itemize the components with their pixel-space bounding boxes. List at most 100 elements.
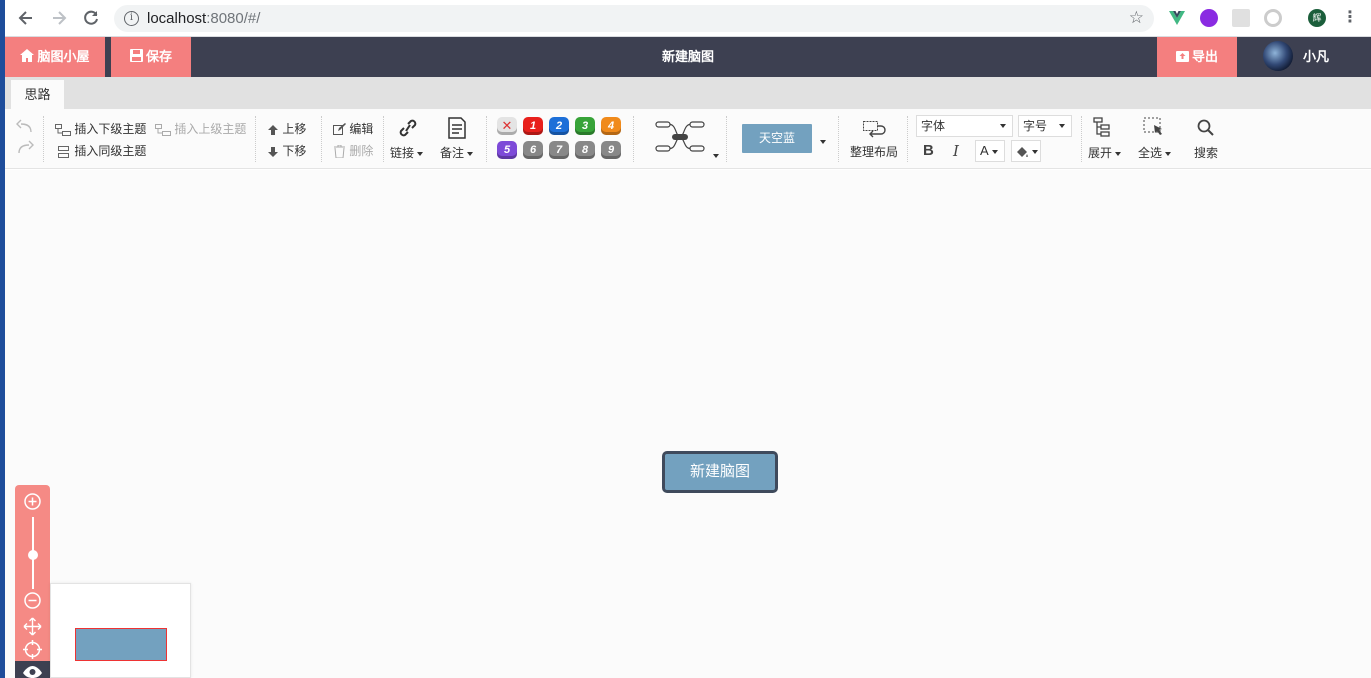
- search-label[interactable]: 搜索: [1194, 144, 1218, 161]
- extension-gray-icon[interactable]: [1232, 9, 1250, 27]
- move-up-label: 上移: [282, 122, 307, 136]
- url-text: localhost:8080/#/: [147, 10, 261, 27]
- insert-parent-icon: [155, 123, 171, 136]
- avatar[interactable]: [1263, 41, 1293, 71]
- layout-template-icon[interactable]: [655, 119, 705, 158]
- priority-6-icon[interactable]: 6: [523, 141, 543, 159]
- priority-4-icon[interactable]: 4: [601, 117, 621, 135]
- browser-menu-icon[interactable]: ⋮: [1340, 8, 1360, 28]
- mindmap-canvas[interactable]: 新建脑图: [5, 170, 1371, 678]
- select-all-dropdown[interactable]: 全选: [1138, 144, 1172, 161]
- user-menu[interactable]: 小凡: [1237, 37, 1371, 77]
- caret-down-icon[interactable]: [820, 140, 826, 144]
- extension-circle-icon[interactable]: [1264, 9, 1282, 27]
- trash-icon: [334, 145, 345, 159]
- editor-toolbar: 插入下级主题 插入上级主题 插入同级主题 上移 下移 编辑 删除 链接 备注 ✕…: [5, 109, 1371, 169]
- bookmark-star-icon[interactable]: ☆: [1129, 8, 1144, 28]
- caret-down-icon: [467, 151, 474, 156]
- note-label: 备注: [440, 146, 465, 160]
- theme-select[interactable]: 天空蓝: [742, 124, 812, 153]
- expand-label: 展开: [1088, 146, 1113, 160]
- italic-button[interactable]: I: [953, 142, 959, 160]
- window-edge: [0, 0, 5, 678]
- move-up-button[interactable]: 上移: [267, 120, 306, 137]
- tab-idea[interactable]: 思路: [11, 80, 64, 109]
- insert-sibling-button[interactable]: 插入同级主题: [55, 142, 146, 159]
- priority-7-icon[interactable]: 7: [549, 141, 569, 159]
- extension-purple-icon[interactable]: [1200, 9, 1218, 27]
- profile-avatar-icon[interactable]: 辉: [1308, 9, 1326, 27]
- link-label: 链接: [390, 146, 415, 160]
- caret-down-icon[interactable]: [713, 154, 719, 158]
- insert-sibling-label: 插入同级主题: [74, 144, 147, 158]
- link-dropdown[interactable]: 链接: [390, 144, 424, 161]
- edit-label: 编辑: [349, 122, 374, 136]
- home-button[interactable]: 脑图小屋: [5, 37, 105, 77]
- font-color-label: A: [980, 143, 989, 158]
- edit-button[interactable]: 编辑: [333, 120, 373, 137]
- background-color-select[interactable]: [1011, 140, 1041, 162]
- insert-child-button[interactable]: 插入下级主题: [55, 120, 146, 137]
- navigator-toggle[interactable]: [15, 661, 50, 678]
- user-name: 小凡: [1303, 49, 1330, 64]
- caret-down-icon: [1059, 124, 1065, 128]
- redo-icon[interactable]: [15, 139, 35, 158]
- root-node[interactable]: 新建脑图: [662, 451, 778, 493]
- zoom-out-icon[interactable]: [23, 591, 42, 610]
- caret-down-icon: [1115, 151, 1122, 156]
- expand-dropdown[interactable]: 展开: [1088, 144, 1122, 161]
- move-down-button[interactable]: 下移: [267, 142, 306, 159]
- info-icon[interactable]: i: [124, 11, 139, 26]
- bold-button[interactable]: B: [923, 142, 934, 159]
- back-arrow-icon[interactable]: [16, 8, 36, 28]
- address-bar[interactable]: i localhost:8080/#/ ☆: [114, 5, 1154, 32]
- search-icon[interactable]: [1197, 119, 1215, 140]
- zoom-panel: [15, 485, 50, 678]
- app-header: 新建脑图 脑图小屋 保存 导出 小凡: [5, 37, 1371, 77]
- font-family-select[interactable]: 字体: [916, 115, 1013, 137]
- arrange-layout-icon[interactable]: [863, 119, 887, 142]
- link-icon[interactable]: [396, 117, 420, 142]
- insert-child-icon: [55, 123, 71, 136]
- priority-2-icon[interactable]: 2: [549, 117, 569, 135]
- delete-button[interactable]: 删除: [333, 142, 373, 159]
- insert-parent-label: 插入上级主题: [174, 122, 247, 136]
- home-label: 脑图小屋: [37, 49, 90, 64]
- forward-arrow-icon[interactable]: [49, 8, 69, 28]
- undo-icon[interactable]: [15, 118, 35, 137]
- move-down-label: 下移: [282, 144, 307, 158]
- font-family-label: 字体: [921, 119, 946, 133]
- edit-icon: [333, 123, 346, 136]
- vue-devtools-icon[interactable]: [1168, 9, 1186, 27]
- priority-8-icon[interactable]: 8: [575, 141, 595, 159]
- locate-root-icon[interactable]: [23, 640, 42, 659]
- remove-priority-icon[interactable]: ✕: [497, 117, 517, 135]
- select-all-icon[interactable]: [1143, 117, 1165, 142]
- zoom-in-icon[interactable]: [23, 492, 42, 511]
- zoom-slider-handle[interactable]: [28, 550, 38, 560]
- arrow-down-icon: [268, 146, 278, 157]
- priority-1-icon[interactable]: 1: [523, 117, 543, 135]
- note-dropdown[interactable]: 备注: [440, 144, 474, 161]
- caret-down-icon: [1000, 124, 1006, 128]
- font-color-select[interactable]: A: [975, 140, 1005, 162]
- note-icon[interactable]: [447, 117, 467, 142]
- move-canvas-icon[interactable]: [23, 617, 42, 636]
- export-button[interactable]: 导出: [1157, 37, 1237, 77]
- priority-3-icon[interactable]: 3: [575, 117, 595, 135]
- paint-bucket-icon: [1015, 146, 1029, 159]
- arrange-label[interactable]: 整理布局: [850, 143, 898, 160]
- font-size-select[interactable]: 字号: [1018, 115, 1072, 137]
- minimap-viewport[interactable]: [75, 628, 167, 661]
- font-size-label: 字号: [1023, 119, 1048, 133]
- priority-5-icon[interactable]: 5: [497, 141, 517, 159]
- minimap[interactable]: [50, 583, 191, 678]
- priority-9-icon[interactable]: 9: [601, 141, 621, 159]
- export-icon: [1175, 37, 1189, 77]
- insert-parent-button[interactable]: 插入上级主题: [155, 120, 246, 137]
- expand-icon[interactable]: [1093, 117, 1115, 140]
- save-button[interactable]: 保存: [111, 37, 191, 77]
- reload-icon[interactable]: [81, 8, 101, 28]
- browser-toolbar: i localhost:8080/#/ ☆ 辉 ⋮: [0, 0, 1371, 37]
- select-all-label: 全选: [1138, 146, 1163, 160]
